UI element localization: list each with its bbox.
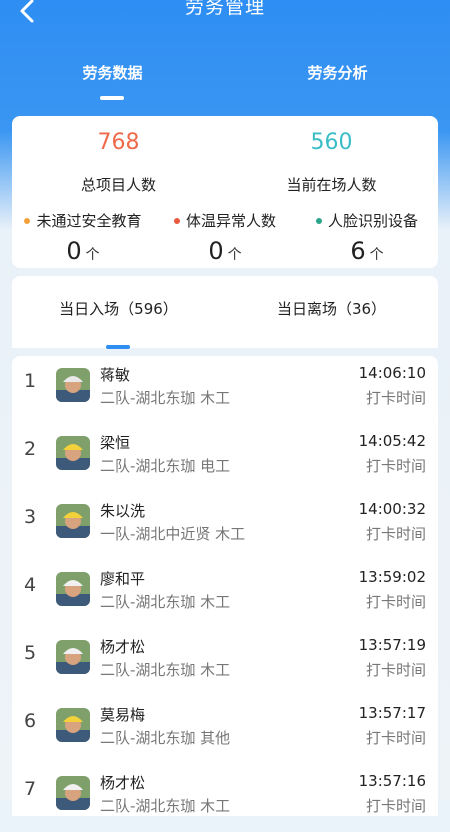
list-item[interactable]: 1 蒋敏二队-湖北东珈 木工 14:06:10 打卡时间 bbox=[12, 356, 438, 424]
worker-name: 蒋敏 bbox=[100, 366, 131, 384]
stat-temperature-abnormal[interactable]: 体温异常人数 0个 bbox=[154, 210, 296, 265]
stat-value: 6 bbox=[350, 237, 366, 265]
worker-photo-icon bbox=[56, 368, 90, 402]
row-index: 2 bbox=[23, 438, 37, 460]
tab-today-entry[interactable]: 当日入场（596） bbox=[12, 298, 225, 319]
tab-labor-data[interactable]: 劳务数据 bbox=[0, 58, 225, 88]
checkin-time-label: 打卡时间 bbox=[365, 797, 426, 815]
list-item[interactable]: 2 梁恒二队-湖北东珈 电工 14:05:42 打卡时间 bbox=[12, 424, 438, 492]
row-index: 6 bbox=[23, 710, 37, 732]
total-label: 总项目人数 bbox=[80, 176, 156, 194]
tab-labor-analysis[interactable]: 劳务分析 bbox=[225, 58, 450, 88]
checkin-time: 13:57:17 bbox=[358, 704, 426, 722]
avatar bbox=[56, 504, 90, 538]
stat-value: 0 bbox=[208, 237, 224, 265]
attendance-list: 1 蒋敏 二队-湖北东珈 木工 14:06:10 打卡时间 2 梁恒 二队-湖北东珈 电工 14… bbox=[12, 356, 438, 816]
checkin-time: 13:57:19 bbox=[358, 636, 426, 654]
avatar bbox=[56, 436, 90, 470]
row-index: 1 bbox=[23, 370, 37, 392]
row-index: 5 bbox=[23, 642, 37, 664]
checkin-time-label: 打卡时间 bbox=[365, 457, 426, 475]
status-dot-icon bbox=[315, 217, 322, 224]
stat-unit: 个 bbox=[85, 247, 100, 263]
checkin-time-label: 打卡时间 bbox=[365, 389, 426, 407]
entry-exit-tabs: 当日入场（596） 当日离场（36） bbox=[12, 276, 438, 348]
worker-photo-icon bbox=[56, 640, 90, 674]
stats-card: 768 560 总项目人数 当前在场人数 未通过安全教育 0个 体温异常人数 0… bbox=[12, 116, 438, 268]
main-tabs: 劳务数据 劳务分析 bbox=[0, 58, 450, 102]
worker-name: 杨才松 bbox=[100, 774, 146, 792]
checkin-time: 14:05:42 bbox=[358, 432, 426, 450]
checkin-time-label: 打卡时间 bbox=[365, 525, 426, 543]
row-index: 7 bbox=[23, 778, 37, 800]
avatar bbox=[56, 640, 90, 674]
worker-name: 廖和平 bbox=[100, 570, 146, 588]
checkin-time-label: 打卡时间 bbox=[365, 593, 426, 611]
avatar bbox=[56, 708, 90, 742]
header: 劳务管理 bbox=[0, 0, 450, 30]
worker-team: 二队-湖北东珈 木工 bbox=[100, 797, 231, 815]
stat-face-devices[interactable]: 人脸识别设备 6个 bbox=[296, 210, 438, 265]
checkin-time-label: 打卡时间 bbox=[365, 729, 426, 747]
worker-name: 梁恒 bbox=[100, 434, 131, 452]
checkin-time-label: 打卡时间 bbox=[365, 661, 426, 679]
stat-label: 未通过安全教育 bbox=[36, 212, 142, 230]
worker-photo-icon bbox=[56, 776, 90, 810]
worker-team: 二队-湖北东珈 其他 bbox=[100, 729, 231, 747]
worker-team: 二队-湖北东珈 木工 bbox=[100, 593, 231, 611]
stat-unit: 个 bbox=[227, 247, 242, 263]
avatar bbox=[56, 572, 90, 606]
checkin-time: 14:06:10 bbox=[358, 364, 426, 382]
active-tab-indicator bbox=[100, 96, 124, 100]
total-count: 768 bbox=[97, 130, 140, 155]
checkin-time: 13:57:16 bbox=[358, 772, 426, 790]
avatar bbox=[56, 776, 90, 810]
list-item[interactable]: 3 朱以洗一队-湖北中近贤 木工 14:00:32 打卡时间 bbox=[12, 492, 438, 560]
active-subtab-indicator bbox=[106, 345, 130, 349]
checkin-time: 13:59:02 bbox=[358, 568, 426, 586]
stat-value: 0 bbox=[66, 237, 82, 265]
stat-unit: 个 bbox=[369, 247, 384, 263]
worker-photo-icon bbox=[56, 504, 90, 538]
tab-today-exit[interactable]: 当日离场（36） bbox=[225, 298, 438, 319]
stat-safety-education[interactable]: 未通过安全教育 0个 bbox=[12, 210, 154, 265]
worker-team: 二队-湖北东珈 电工 bbox=[100, 457, 231, 475]
status-dot-icon bbox=[24, 217, 31, 224]
worker-name: 莫易梅 bbox=[100, 706, 146, 724]
worker-photo-icon bbox=[56, 708, 90, 742]
list-item[interactable]: 5 杨才松二队-湖北东珈 木工 13:57:19 打卡时间 bbox=[12, 628, 438, 696]
list-item[interactable]: 6 莫易梅二队-湖北东珈 其他 13:57:17 打卡时间 bbox=[12, 696, 438, 764]
row-index: 3 bbox=[23, 506, 37, 528]
onsite-label: 当前在场人数 bbox=[286, 176, 377, 194]
page-title: 劳务管理 bbox=[184, 0, 265, 18]
worker-team: 二队-湖北东珈 木工 bbox=[100, 661, 231, 679]
row-index: 4 bbox=[23, 574, 37, 596]
worker-photo-icon bbox=[56, 572, 90, 606]
worker-team: 一队-湖北中近贤 木工 bbox=[100, 525, 246, 543]
list-item[interactable]: 7 杨才松二队-湖北东珈 木工 13:57:16 打卡时间 bbox=[12, 764, 438, 832]
stat-label: 体温异常人数 bbox=[185, 212, 276, 230]
worker-name: 杨才松 bbox=[100, 638, 146, 656]
worker-photo-icon bbox=[56, 436, 90, 470]
worker-name: 朱以洗 bbox=[100, 502, 146, 520]
list-item[interactable]: 4 廖和平二队-湖北东珈 木工 13:59:02 打卡时间 bbox=[12, 560, 438, 628]
checkin-time: 14:00:32 bbox=[358, 500, 426, 518]
avatar bbox=[56, 368, 90, 402]
worker-team: 二队-湖北东珈 木工 bbox=[100, 389, 231, 407]
stat-label: 人脸识别设备 bbox=[327, 212, 418, 230]
onsite-count: 560 bbox=[310, 130, 353, 155]
status-dot-icon bbox=[173, 217, 180, 224]
